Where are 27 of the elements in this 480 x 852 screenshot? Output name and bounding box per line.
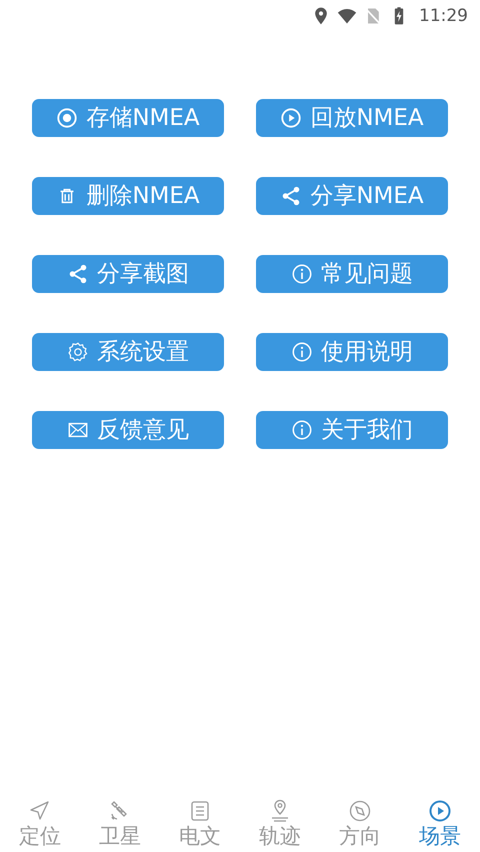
compass-icon: [348, 798, 372, 823]
share-icon: [67, 263, 89, 285]
nav-tab[interactable]: 轨迹: [240, 786, 320, 848]
record-icon: [56, 107, 78, 129]
menu-button[interactable]: 系统设置: [32, 333, 224, 371]
nav-tab[interactable]: 定位: [0, 786, 80, 848]
menu-button[interactable]: 常见问题: [256, 255, 448, 293]
gear-icon: [67, 341, 89, 363]
play-icon: [280, 107, 302, 129]
nav-tab[interactable]: 电文: [160, 786, 240, 848]
status-time: 11:29: [419, 6, 468, 26]
info-icon: [291, 419, 313, 441]
menu-button[interactable]: 分享NMEA: [256, 177, 448, 215]
menu-button[interactable]: 反馈意见: [32, 411, 224, 449]
menu-button[interactable]: 删除NMEA: [32, 177, 224, 215]
wifi-icon: [337, 6, 357, 26]
menu-button[interactable]: 使用说明: [256, 333, 448, 371]
nav-tab[interactable]: 场景: [400, 786, 480, 848]
menu-button[interactable]: 分享截图: [32, 255, 224, 293]
play-icon: [428, 798, 452, 823]
nav-tab[interactable]: 方向: [320, 786, 400, 848]
info-icon: [291, 341, 313, 363]
menu-button[interactable]: 存储NMEA: [32, 99, 224, 137]
nav-tab[interactable]: 卫星: [80, 786, 160, 848]
menu-button[interactable]: 回放NMEA: [256, 99, 448, 137]
info-icon: [291, 263, 313, 285]
menu-button[interactable]: 关于我们: [256, 411, 448, 449]
